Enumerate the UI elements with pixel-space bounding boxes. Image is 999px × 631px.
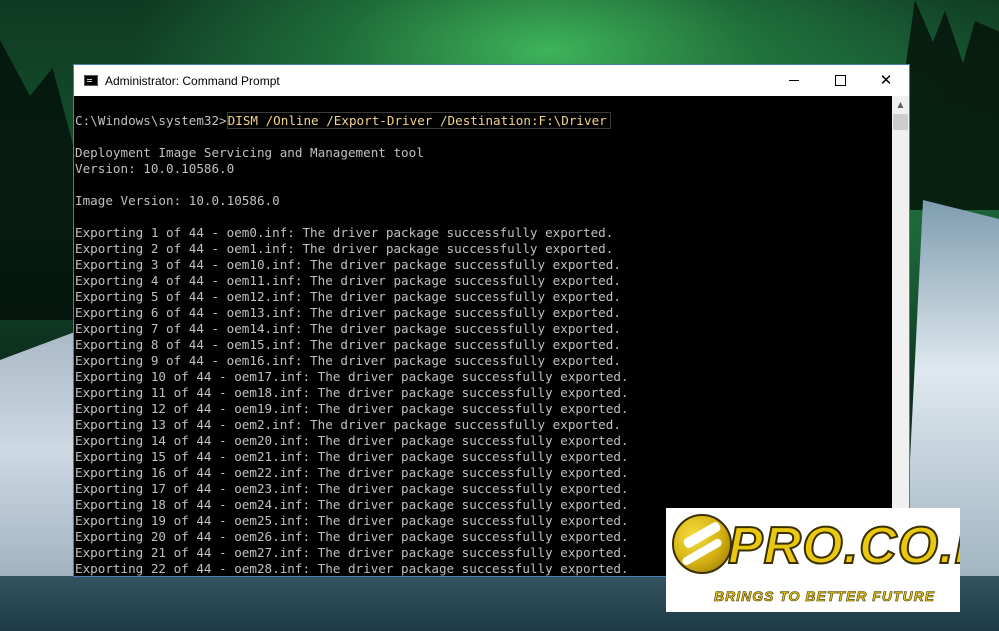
- export-line: Exporting 4 of 44 - oem11.inf: The drive…: [75, 273, 621, 288]
- globe-logo-icon: [672, 514, 732, 574]
- export-line: Exporting 9 of 44 - oem16.inf: The drive…: [75, 353, 621, 368]
- watermark-tagline: BRINGS TO BETTER FUTURE: [714, 588, 936, 605]
- export-line: Exporting 11 of 44 - oem18.inf: The driv…: [75, 385, 629, 400]
- minimize-icon: [789, 80, 799, 81]
- export-line: Exporting 2 of 44 - oem1.inf: The driver…: [75, 241, 614, 256]
- scroll-up-button[interactable]: ▲: [892, 96, 909, 113]
- console-output[interactable]: C:\Windows\system32>DISM /Online /Export…: [74, 96, 895, 576]
- prompt-path: C:\Windows\system32>: [75, 113, 227, 128]
- version-line: Version: 10.0.10586.0: [75, 161, 235, 176]
- scroll-thumb[interactable]: [893, 114, 908, 130]
- export-line: Exporting 8 of 44 - oem15.inf: The drive…: [75, 337, 621, 352]
- minimize-button[interactable]: [771, 65, 817, 96]
- vertical-scrollbar[interactable]: ▲ ▼: [892, 96, 909, 576]
- close-icon: ✕: [879, 71, 893, 89]
- tool-name-line: Deployment Image Servicing and Managemen…: [75, 145, 424, 160]
- export-line: Exporting 5 of 44 - oem12.inf: The drive…: [75, 289, 621, 304]
- background-trees-left: [0, 40, 75, 320]
- maximize-button[interactable]: [817, 65, 863, 96]
- export-line: Exporting 15 of 44 - oem21.inf: The driv…: [75, 449, 629, 464]
- command-input[interactable]: DISM /Online /Export-Driver /Destination…: [226, 112, 611, 129]
- export-line: Exporting 12 of 44 - oem19.inf: The driv…: [75, 401, 629, 416]
- scroll-up-icon: ▲: [897, 100, 904, 109]
- command-prompt-window[interactable]: Administrator: Command Prompt ✕ C:\Windo…: [73, 64, 910, 577]
- export-line: Exporting 14 of 44 - oem20.inf: The driv…: [75, 433, 629, 448]
- export-line: Exporting 10 of 44 - oem17.inf: The driv…: [75, 369, 629, 384]
- close-button[interactable]: ✕: [863, 65, 909, 96]
- watermark-brand: PRO.CO.ID: [727, 517, 960, 575]
- export-line: Exporting 7 of 44 - oem14.inf: The drive…: [75, 321, 621, 336]
- export-line: Exporting 17 of 44 - oem23.inf: The driv…: [75, 481, 629, 496]
- export-line: Exporting 1 of 44 - oem0.inf: The driver…: [75, 225, 614, 240]
- image-version-line: Image Version: 10.0.10586.0: [75, 193, 280, 208]
- command-prompt-icon[interactable]: [84, 75, 98, 86]
- export-line: Exporting 3 of 44 - oem10.inf: The drive…: [75, 257, 621, 272]
- export-line: Exporting 16 of 44 - oem22.inf: The driv…: [75, 465, 629, 480]
- window-title: Administrator: Command Prompt: [105, 73, 280, 88]
- export-line: Exporting 13 of 44 - oem2.inf: The drive…: [75, 417, 621, 432]
- maximize-icon: [834, 75, 846, 86]
- command-line: C:\Windows\system32>DISM /Online /Export…: [75, 112, 895, 129]
- title-bar[interactable]: Administrator: Command Prompt ✕: [74, 65, 909, 96]
- watermark-logo: PRO.CO.ID BRINGS TO BETTER FUTURE: [666, 508, 960, 612]
- export-line: Exporting 6 of 44 - oem13.inf: The drive…: [75, 305, 621, 320]
